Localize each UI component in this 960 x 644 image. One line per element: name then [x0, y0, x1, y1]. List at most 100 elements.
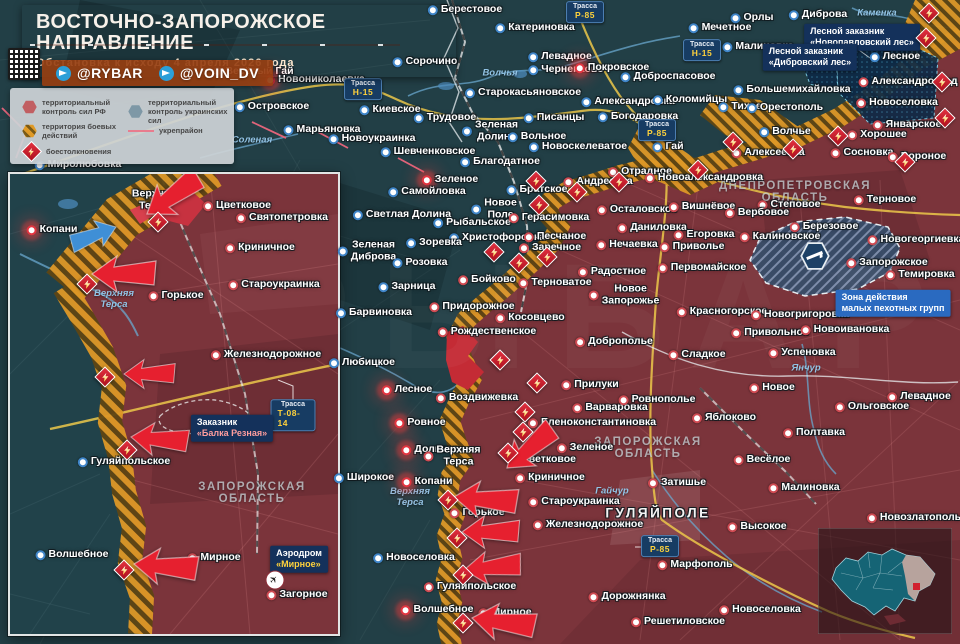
town-marker	[727, 522, 737, 532]
town-label: Орестополь	[747, 102, 823, 114]
legend-item-combat-area: территория боевых действий	[22, 122, 124, 140]
channel-voindv[interactable]: @VOIN_DV	[159, 65, 259, 81]
road-sign: ТрассаР-85	[638, 119, 676, 141]
town-label: Островское	[235, 101, 309, 113]
town-marker	[353, 210, 363, 220]
town-label: Копани	[402, 476, 453, 488]
town-marker	[575, 63, 585, 73]
lightning-icon	[615, 178, 623, 187]
town-marker	[870, 52, 880, 62]
town-marker	[334, 473, 344, 483]
town-label: Розовка	[393, 257, 448, 269]
town-marker	[338, 246, 348, 256]
town-marker	[645, 173, 655, 183]
town-marker	[495, 313, 505, 323]
town-marker	[528, 497, 538, 507]
town-marker	[329, 134, 339, 144]
telegram-icon	[159, 66, 174, 81]
town-marker	[382, 385, 392, 395]
town-label: Сосновка	[830, 147, 893, 159]
channel-rybar-label: @RYBAR	[77, 65, 143, 81]
town-label: Придорожное	[429, 301, 514, 313]
town-marker	[768, 348, 778, 358]
town-marker	[751, 310, 761, 320]
town-label: Левадное	[887, 391, 951, 403]
town-marker	[528, 65, 538, 75]
town-marker	[885, 270, 895, 280]
scale-ruler	[30, 44, 400, 46]
lightning-icon	[444, 496, 452, 505]
town-marker	[620, 72, 630, 82]
town-label: Мечетное	[689, 22, 752, 34]
town-marker	[581, 97, 591, 107]
town-label: Зеленое	[422, 174, 478, 186]
town-marker	[406, 238, 416, 248]
clash-icon	[489, 349, 510, 370]
town-marker	[509, 213, 519, 223]
town-marker	[508, 132, 518, 142]
clash-icon	[918, 2, 939, 23]
town-label: Новоивановка	[801, 324, 890, 336]
town-label: Новое	[749, 382, 795, 394]
clash-icon	[827, 125, 848, 146]
river-label: Соленая	[232, 135, 272, 146]
road-sign: ТрассаН-15	[683, 39, 721, 61]
road-sign: ТрассаР-85	[566, 1, 604, 23]
town-marker	[653, 95, 663, 105]
town-label: Новогеоргиевка	[868, 234, 960, 246]
town-label: Осталовское	[597, 204, 677, 216]
town-label: Калиновское	[740, 231, 821, 243]
town-label: Полтавка	[783, 427, 845, 439]
town-label: Вербовое	[725, 207, 789, 219]
town-label: Герасимовка	[509, 212, 589, 224]
town-marker	[373, 553, 383, 563]
town-marker	[460, 157, 470, 167]
town-label: Высокое	[727, 521, 786, 533]
town-label: Решетиловское	[631, 616, 725, 628]
river-label: Верхняя Терса	[390, 486, 430, 508]
town-label: Терноватое	[518, 277, 591, 289]
town-marker	[465, 88, 475, 98]
town-label: Большемихайловка	[733, 84, 850, 96]
town-marker	[422, 175, 432, 185]
town-marker	[734, 455, 744, 465]
town-label: Приволье	[660, 241, 725, 253]
town-marker	[436, 393, 446, 403]
lightning-icon	[453, 534, 461, 543]
town-marker	[847, 130, 857, 140]
qr-code	[8, 48, 40, 80]
town-marker	[689, 23, 699, 33]
lightning-icon	[535, 201, 543, 210]
town-label: Коломийцы	[653, 94, 727, 106]
town-label: Рождественское	[438, 326, 537, 338]
lightning-icon	[789, 145, 797, 154]
lightning-icon	[901, 158, 909, 167]
town-marker	[378, 282, 388, 292]
town-label: Новоскелеватое	[529, 141, 627, 153]
town-label: Яблоково	[692, 412, 756, 424]
lightning-icon	[941, 114, 949, 123]
town-label: Барвиновка	[336, 307, 412, 319]
rf-attack-arrow	[460, 545, 526, 590]
town-marker	[359, 105, 369, 115]
lightning-icon	[459, 619, 467, 628]
channel-rybar[interactable]: @RYBAR	[56, 65, 143, 81]
town-marker	[867, 513, 877, 523]
town-marker	[731, 328, 741, 338]
focus-marker	[913, 583, 920, 590]
town-label: Бойково	[458, 274, 516, 286]
ukraine-overview-inset	[818, 528, 952, 634]
town-label: Благодатное	[460, 156, 540, 168]
legend-item-fortified: укрепрайон	[128, 126, 203, 135]
town-marker	[768, 483, 778, 493]
town-marker	[619, 395, 629, 405]
lightning-icon	[925, 9, 933, 18]
town-marker	[648, 478, 658, 488]
town-marker	[561, 380, 571, 390]
town-marker	[429, 302, 439, 312]
legend-ua-label: территориальный контроль украинских сил	[148, 98, 230, 125]
town-marker	[506, 185, 516, 195]
town-marker	[854, 195, 864, 205]
lightning-icon	[922, 34, 930, 43]
lightning-icon	[521, 408, 529, 417]
